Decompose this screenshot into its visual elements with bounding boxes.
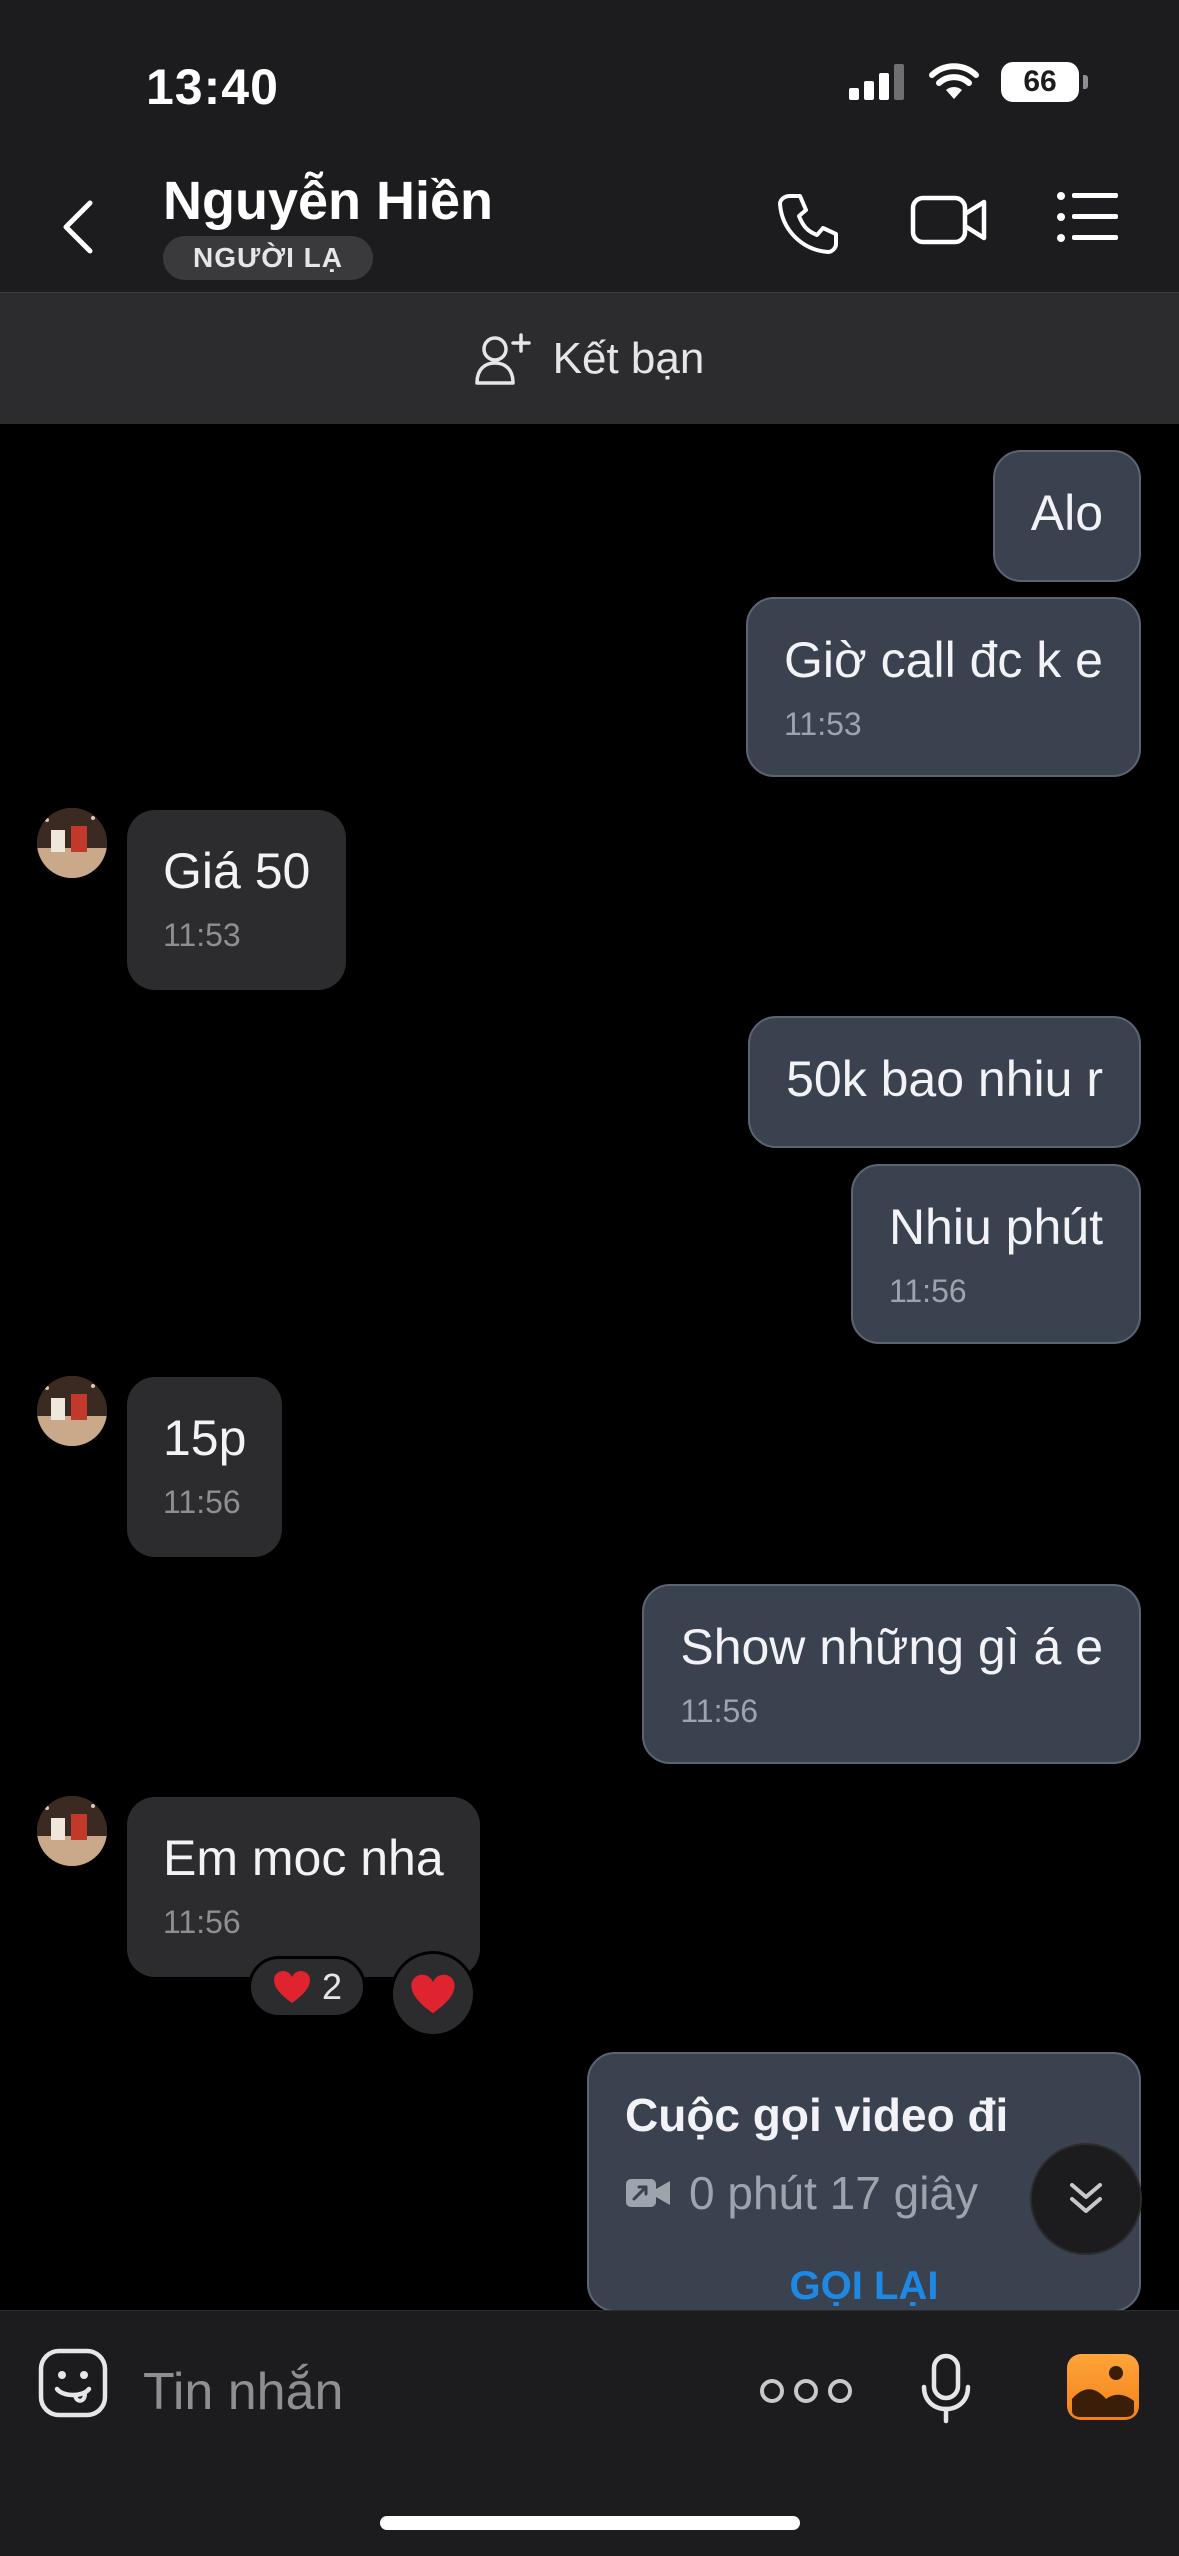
video-call-icon bbox=[626, 2179, 670, 2207]
scroll-to-bottom-button[interactable] bbox=[1030, 2143, 1142, 2255]
video-call-button[interactable] bbox=[910, 190, 988, 250]
avatar[interactable] bbox=[37, 1796, 107, 1866]
message-time: 11:56 bbox=[163, 1904, 241, 1940]
message-text: Nhiu phút bbox=[888, 1199, 1103, 1255]
message-time: 11:53 bbox=[784, 706, 862, 742]
header-area: 13:40 66 Nguyễn Hiền NGƯỜI LẠ bbox=[0, 0, 1179, 292]
phone-icon bbox=[778, 194, 838, 254]
add-person-icon bbox=[474, 332, 531, 385]
avatar-image bbox=[37, 1376, 107, 1446]
voice-message-button[interactable] bbox=[918, 2353, 974, 2430]
image-button[interactable] bbox=[1066, 2353, 1140, 2426]
signal-icon bbox=[849, 64, 904, 100]
battery-indicator: 66 bbox=[1001, 62, 1088, 102]
react-button[interactable] bbox=[390, 1951, 476, 2037]
add-friend-bar[interactable]: Kết bạn bbox=[0, 292, 1179, 424]
message-bubble-in[interactable]: Giá 50 11:53 bbox=[127, 810, 347, 990]
avatar[interactable] bbox=[37, 1376, 107, 1446]
message-bubble-out[interactable]: Show những gì á e 11:56 bbox=[642, 1584, 1141, 1764]
dot-icon bbox=[828, 2379, 852, 2403]
back-icon bbox=[63, 200, 93, 254]
message-bubble-in[interactable]: 15p 11:56 bbox=[127, 1377, 283, 1557]
avatar[interactable] bbox=[37, 808, 107, 878]
message-text: 15p bbox=[163, 1410, 247, 1466]
menu-button[interactable] bbox=[1056, 190, 1120, 244]
message-text: Em moc nha bbox=[163, 1830, 444, 1886]
avatar-image bbox=[37, 1796, 107, 1866]
message-bubble-out[interactable]: Alo bbox=[992, 450, 1141, 582]
call-duration: 0 phút 17 giây bbox=[689, 2167, 979, 2219]
reaction-summary[interactable]: 2 bbox=[248, 1956, 366, 2018]
message-bubble-out[interactable]: Giờ call đc k e 11:53 bbox=[746, 597, 1141, 777]
message-text: 50k bao nhiu r bbox=[786, 1051, 1103, 1107]
more-options-button[interactable] bbox=[760, 2379, 852, 2403]
voice-call-button[interactable] bbox=[776, 190, 842, 256]
message-bubble-out[interactable]: 50k bao nhiu r bbox=[748, 1016, 1141, 1148]
message-time: 11:56 bbox=[888, 1273, 967, 1309]
call-title: Cuộc gọi video đi bbox=[625, 2089, 1009, 2141]
status-icons: 66 bbox=[849, 62, 1088, 102]
status-time: 13:40 bbox=[146, 59, 279, 115]
message-time: 11:56 bbox=[163, 1484, 241, 1520]
home-indicator bbox=[380, 2516, 800, 2530]
back-button[interactable] bbox=[58, 192, 108, 262]
contact-name[interactable]: Nguyễn Hiền bbox=[163, 170, 493, 232]
video-camera-icon bbox=[910, 195, 987, 245]
message-text: Show những gì á e bbox=[680, 1619, 1103, 1675]
message-bubble-out[interactable]: Nhiu phút 11:56 bbox=[850, 1164, 1141, 1344]
heart-icon bbox=[411, 1974, 455, 2014]
message-input[interactable] bbox=[143, 2347, 703, 2437]
call-back-button[interactable]: GỌI LẠI bbox=[589, 2264, 1139, 2309]
heart-icon bbox=[273, 1971, 310, 2003]
dot-icon bbox=[794, 2379, 818, 2403]
message-text: Alo bbox=[1030, 485, 1103, 541]
avatar-image bbox=[37, 808, 107, 878]
stranger-badge: NGƯỜI LẠ bbox=[163, 236, 373, 280]
double-chevron-down-icon bbox=[1070, 2183, 1102, 2213]
reaction-count: 2 bbox=[321, 1966, 343, 2007]
wifi-icon bbox=[929, 63, 979, 99]
add-friend-label: Kết bạn bbox=[552, 333, 705, 383]
sticker-button[interactable] bbox=[37, 2347, 109, 2424]
message-text: Giá 50 bbox=[163, 843, 311, 899]
message-bubble-in[interactable]: Em moc nha 11:56 bbox=[127, 1797, 480, 1977]
menu-list-icon bbox=[1057, 192, 1118, 242]
message-text: Giờ call đc k e bbox=[784, 632, 1103, 688]
image-icon bbox=[1067, 2354, 1139, 2420]
message-time: 11:53 bbox=[163, 917, 241, 953]
message-time: 11:56 bbox=[680, 1693, 759, 1729]
sticker-icon bbox=[38, 2348, 108, 2418]
microphone-icon bbox=[921, 2353, 971, 2424]
dot-icon bbox=[760, 2379, 784, 2403]
